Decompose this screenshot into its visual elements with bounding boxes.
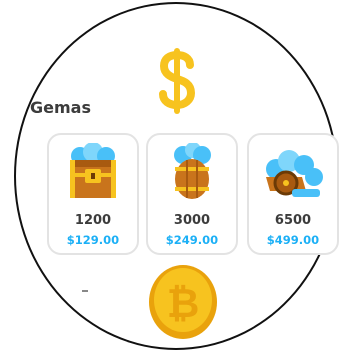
cart-gems-icon [266,150,323,197]
pack-amount: 3000 [173,213,211,228]
dollar-sign-icon [159,48,196,114]
pack-amount: 1200 [74,213,112,228]
pack-amount: 6500 [274,213,312,228]
barrel-gems-icon [174,143,211,199]
treasure-chest-gems-icon [70,143,116,198]
divider-mark [82,290,88,292]
svg-text:₿: ₿ [167,281,200,327]
pack-price: $499.00 [266,233,320,247]
bitcoin-coin-icon: ₿ [149,265,217,339]
gem-pack-card[interactable]: 1200 $129.00 [47,133,139,255]
pack-price: $249.00 [165,233,219,247]
pack-price: $129.00 [66,233,120,247]
gem-pack-card[interactable]: 6500 $499.00 [247,133,339,255]
section-title: Gemas [30,98,91,117]
gem-pack-card[interactable]: 3000 $249.00 [146,133,238,255]
